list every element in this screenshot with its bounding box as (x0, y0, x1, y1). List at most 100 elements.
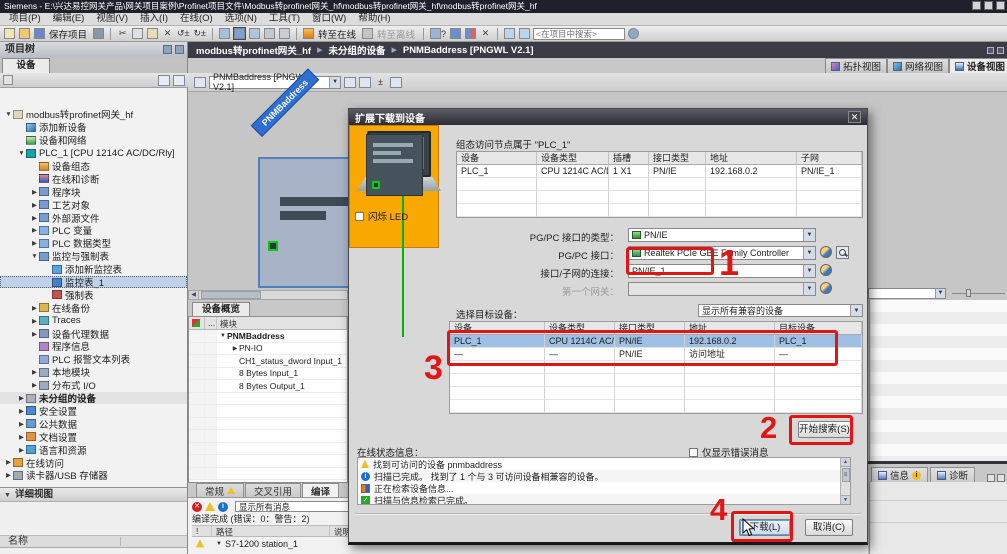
window-controls[interactable] (972, 1, 1005, 10)
collapsed-arrow-icon[interactable]: ▶ (30, 317, 39, 325)
tree-item[interactable]: ▶ 工艺对象 (0, 198, 187, 212)
collapsed-arrow-icon[interactable]: ▶ (30, 226, 39, 234)
open-project-icon[interactable] (18, 27, 31, 40)
tree-item[interactable]: ▼ PLC_1 [CPU 1214C AC/DC/Rly] (0, 147, 187, 160)
download-to-device-icon[interactable] (232, 27, 246, 40)
slider-knob[interactable] (966, 289, 971, 297)
tree-item[interactable]: PLC 报警文本列表 (0, 353, 187, 366)
message-filter-select[interactable]: 显示所有消息 (235, 501, 353, 512)
go-offline-button[interactable]: 转至离线 (377, 27, 415, 41)
new-project-icon[interactable] (3, 27, 16, 40)
cut-icon[interactable]: ✂ (116, 27, 129, 40)
info-filter-icon[interactable]: i (218, 501, 228, 512)
tab-device-overview[interactable]: 设备概览 (192, 302, 250, 316)
tab-device-view[interactable]: 设备视图 (949, 58, 1007, 73)
tree-item[interactable]: 在线和诊断 (0, 172, 187, 186)
tab-cross-references[interactable]: 交叉引用 (245, 483, 302, 498)
ethernet-port-icon[interactable] (268, 241, 278, 251)
compile-icon[interactable] (218, 27, 231, 40)
zoom-plusminus-icon[interactable]: ± (374, 76, 387, 89)
breadcrumb-item[interactable]: PNMBaddress [PNGWL V2.1] (403, 45, 534, 56)
menu-item[interactable]: 编辑(E) (47, 13, 91, 25)
tree-item[interactable]: 强制表 (0, 288, 187, 302)
menu-item[interactable]: 窗口(W) (306, 13, 352, 25)
scrollbar-thumb[interactable]: ≡ (841, 468, 850, 482)
collapsed-arrow-icon[interactable]: ▶ (231, 345, 239, 352)
tree-details-icon[interactable] (158, 74, 170, 86)
close-icon[interactable]: ✕ (848, 111, 861, 123)
only-error-messages-checkbox[interactable] (689, 447, 698, 457)
stop-cpu-icon[interactable] (278, 27, 291, 40)
menu-item[interactable]: 选项(N) (219, 13, 263, 25)
collapsed-arrow-icon[interactable]: ▶ (30, 239, 39, 247)
tree-item[interactable]: ▶ 文档设置 (0, 430, 187, 444)
collapsed-arrow-icon[interactable]: ▶ (30, 188, 39, 196)
collapsed-arrow-icon[interactable]: ▶ (17, 394, 26, 402)
tree-item[interactable]: ▶ 读卡器/USB 存储器 (0, 469, 187, 482)
collapsed-arrow-icon[interactable]: ▶ (4, 458, 13, 466)
tree-item[interactable]: ▶ 安全设置 (0, 404, 187, 418)
menu-item[interactable]: 工具(T) (263, 13, 306, 25)
overview-row[interactable]: ▼ PNMBaddress (189, 330, 347, 343)
breadcrumb-item[interactable]: modbus转profinet网关_hf (196, 43, 311, 57)
tab-diagnostics[interactable]: 诊断 (930, 467, 976, 482)
collapsed-arrow-icon[interactable]: ▶ (30, 368, 39, 376)
print-icon[interactable] (92, 27, 105, 40)
start-cpu-icon[interactable] (263, 27, 276, 40)
collapsed-arrow-icon[interactable]: ▶ (17, 446, 26, 454)
split-vertical-icon[interactable] (518, 27, 531, 40)
tree-item[interactable]: ▼ modbus转profinet网关_hf (0, 108, 187, 121)
accessible-devices-icon[interactable]: ? (429, 27, 447, 40)
editor-window-controls[interactable] (984, 42, 1007, 58)
tab-devices[interactable]: 设备 (2, 58, 50, 73)
tab-topology-view[interactable]: 拓扑视图 (825, 58, 888, 73)
messages-scrollbar[interactable]: ▲ ≡ ▼ (840, 458, 850, 504)
tab-general[interactable]: 常规 (196, 483, 245, 498)
search-input[interactable] (533, 27, 626, 40)
breadcrumb-item[interactable]: 未分组的设备 (328, 43, 385, 57)
tree-filter-icon[interactable] (3, 75, 13, 85)
split-horizontal-icon[interactable] (503, 27, 516, 40)
paste-icon[interactable] (146, 27, 159, 40)
collapsed-arrow-icon[interactable]: ▶ (17, 420, 26, 428)
compatible-devices-filter-select[interactable]: 显示所有兼容的设备 ▼ (698, 304, 863, 317)
tree-item[interactable]: ▼ 监控与强制表 (0, 250, 187, 263)
delete-icon[interactable]: ✕ (161, 27, 174, 40)
tree-item[interactable]: 添加新设备 (0, 121, 187, 134)
tab-info[interactable]: 信息 i (871, 467, 929, 482)
collapse-panel-icon[interactable] (175, 45, 184, 54)
table-row[interactable]: PLC_1CPU 1214C AC/D...1 X1PN/IE192.168.0… (457, 165, 862, 178)
show-accessible-devices-icon[interactable] (836, 246, 849, 259)
redo-icon[interactable]: ↻± (193, 27, 207, 40)
tree-item[interactable]: ▶ PLC 数据类型 (0, 237, 187, 250)
zoom-area-icon[interactable] (390, 76, 402, 88)
flash-led-checkbox[interactable] (355, 211, 364, 221)
go-online-button[interactable]: 转至在线 (318, 27, 356, 41)
tree-item[interactable]: ▶ 程序块 (0, 185, 187, 199)
float-panel-icon[interactable] (987, 474, 995, 482)
detail-view-header[interactable]: ▼ 详细视图 (0, 488, 187, 502)
collapsed-arrow-icon[interactable]: ▶ (30, 304, 39, 312)
menu-item[interactable]: 帮助(H) (352, 13, 396, 25)
collapsed-arrow-icon[interactable]: ▶ (30, 381, 39, 389)
go-online-icon[interactable] (302, 27, 315, 40)
menu-item[interactable]: 项目(P) (3, 13, 47, 25)
zoom-level-select[interactable]: ▼ (868, 287, 946, 299)
tree-item[interactable]: ▶ 设备代理数据 (0, 327, 187, 341)
expanded-arrow-icon[interactable]: ▼ (216, 541, 222, 547)
menu-item[interactable]: 在线(O) (174, 13, 219, 25)
overview-row[interactable]: ▶ PN-IO (189, 342, 347, 355)
horizontal-scrollbar[interactable]: ◀ (188, 290, 348, 300)
menu-item[interactable]: 插入(I) (134, 13, 174, 25)
overview-row[interactable]: 8 Bytes Output_1 (189, 380, 347, 393)
fit-view-icon[interactable] (359, 76, 371, 88)
tree-item[interactable]: ▶ 在线访问 (0, 456, 187, 470)
menu-item[interactable]: 视图(V) (90, 13, 134, 25)
start-simulation-icon[interactable] (449, 27, 462, 40)
undo-icon[interactable]: ↺± (176, 27, 190, 40)
address-filter-icon[interactable] (192, 319, 200, 327)
gateway-device-module[interactable] (258, 157, 362, 288)
collapsed-arrow-icon[interactable]: ▶ (30, 201, 39, 209)
tree-item[interactable]: 设备和网络 (0, 134, 187, 147)
tree-item[interactable]: ▶ 在线备份 (0, 301, 187, 315)
